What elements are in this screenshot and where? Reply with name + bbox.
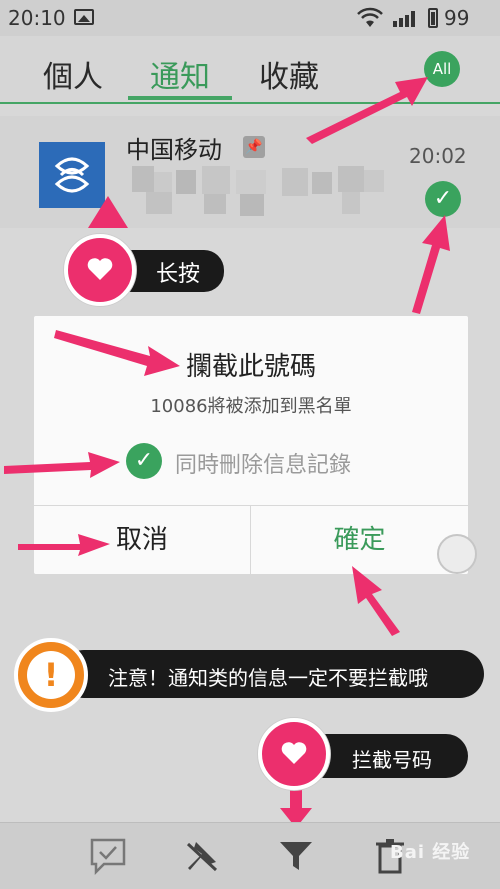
block-number-label: 拦截号码 [352,748,432,772]
long-press-marker-tail [88,196,128,228]
long-press-label: 长按 [156,262,201,287]
arrow-to-cancel [18,534,110,556]
heart-icon [87,258,113,280]
warning-marker: ! [14,638,88,712]
arrow-to-all-button [306,77,428,144]
exclamation-icon: ! [27,651,75,699]
heart-icon [281,742,307,764]
block-number-marker [258,718,330,790]
filter-icon[interactable] [276,836,316,876]
arrow-to-checkbox [4,452,120,478]
watermark: Bai 经验 [390,842,471,863]
arrow-to-confirm [352,566,400,636]
pin-toggle-icon[interactable] [182,836,222,876]
mark-read-icon[interactable] [88,836,128,876]
long-press-marker [64,234,136,306]
arrow-to-dialog-title [54,330,180,376]
warning-label: 注意！通知类的信息一定不要拦截哦 [108,666,428,690]
arrow-to-read-check [412,215,450,314]
